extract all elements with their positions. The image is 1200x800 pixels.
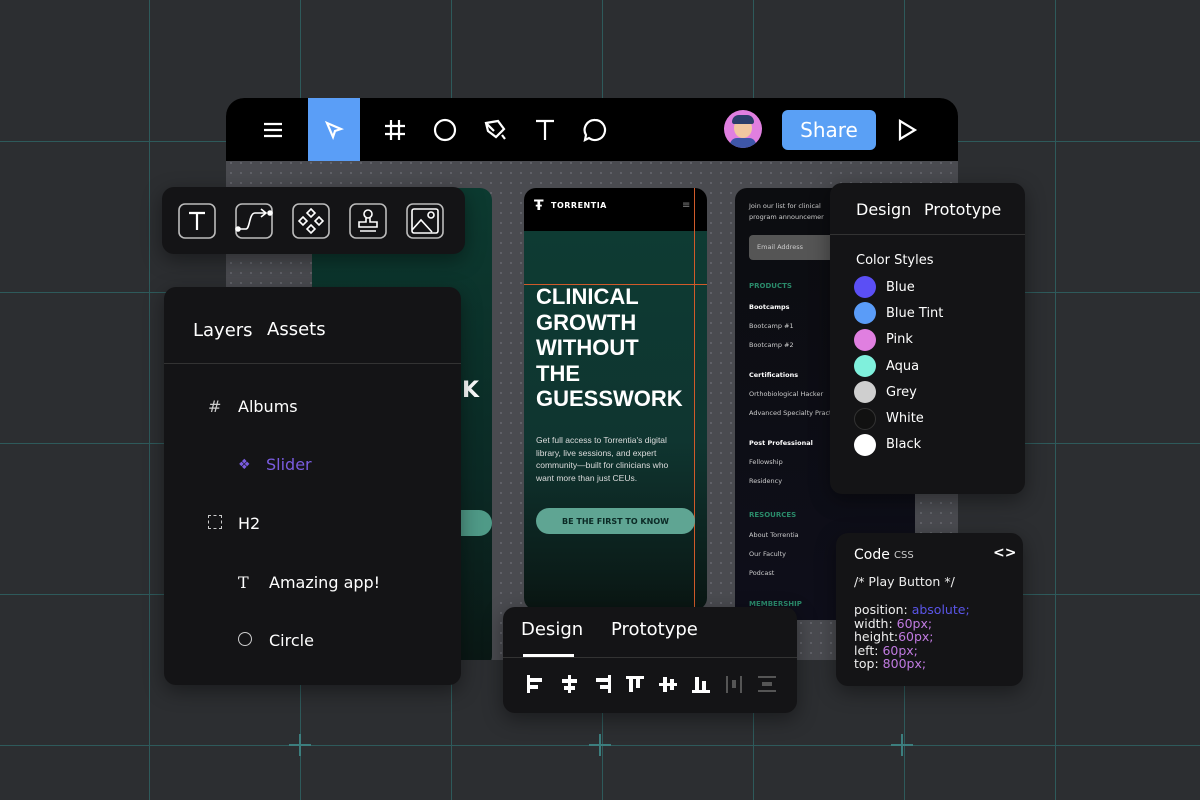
cta-button[interactable]: BE THE FIRST TO KNOW	[536, 508, 695, 534]
swatch	[854, 276, 876, 299]
logo-icon: Ŧ	[534, 198, 544, 214]
grid-cross	[891, 734, 913, 756]
footer-subheading: Bootcamps	[749, 303, 790, 311]
layer-item-albums[interactable]: # Albums	[208, 397, 298, 416]
image-icon[interactable]	[406, 202, 444, 239]
layer-item-h2[interactable]: H2	[208, 514, 260, 533]
play-icon[interactable]	[882, 98, 932, 161]
color-style-aqua[interactable]: Aqua	[854, 353, 943, 379]
guide-line	[694, 188, 695, 610]
footer-link[interactable]: Bootcamp #2	[749, 341, 794, 349]
layers-panel: Layers Assets # Albums ❖ Slider H2 T Amazin…	[164, 287, 461, 685]
frame-icon: #	[208, 397, 222, 416]
text-box-icon[interactable]	[178, 202, 216, 239]
color-style-blue[interactable]: Blue	[854, 274, 943, 300]
grid-cross	[289, 734, 311, 756]
connector-icon[interactable]	[235, 202, 273, 239]
color-style-pink[interactable]: Pink	[854, 327, 943, 353]
divider	[164, 363, 461, 364]
code-language[interactable]: CSS	[894, 550, 914, 561]
footer-heading: PRODUCTS	[749, 282, 792, 290]
align-right-icon[interactable]	[591, 673, 617, 699]
color-styles-list: Blue Blue Tint Pink Aqua Grey White Blac…	[854, 274, 943, 458]
color-style-black[interactable]: Black	[854, 432, 943, 458]
partial-heading: K	[462, 378, 480, 403]
brand-name: TORRENTIA	[551, 201, 607, 210]
tab-layers[interactable]: Layers	[193, 320, 253, 341]
component-icon[interactable]	[292, 202, 330, 239]
hero-headline: CLINICAL GROWTH WITHOUT THE GUESSWORK	[536, 284, 683, 411]
tab-prototype[interactable]: Prototype	[924, 200, 1001, 219]
swatch	[854, 407, 876, 430]
share-button[interactable]: Share	[782, 110, 876, 150]
phone-preview-middle: Ŧ TORRENTIA ≡ CLINICAL GROWTH WITHOUT THE GU…	[524, 188, 707, 610]
divider	[503, 657, 797, 658]
tab-design[interactable]: Design	[521, 619, 583, 640]
align-bottom-icon[interactable]	[690, 673, 716, 699]
footer-link[interactable]: Orthobiological Hacker	[749, 390, 823, 398]
footer-subheading: Post Professional	[749, 439, 813, 447]
layer-item-circle[interactable]: Circle	[238, 631, 314, 650]
footer-link[interactable]: Podcast	[749, 569, 774, 577]
footer-link[interactable]: Advanced Specialty Pract	[749, 409, 832, 417]
hamburger-icon[interactable]: ≡	[682, 200, 690, 211]
tab-assets[interactable]: Assets	[267, 319, 326, 340]
menu-icon[interactable]	[248, 98, 298, 161]
align-h-center-icon[interactable]	[558, 673, 584, 699]
footer-subheading: Certifications	[749, 371, 799, 379]
align-v-center-icon[interactable]	[657, 673, 683, 699]
footer-link[interactable]: Bootcamp #1	[749, 322, 794, 330]
divider	[830, 234, 1025, 235]
pointer-icon[interactable]	[308, 98, 360, 161]
stamp-icon[interactable]	[349, 202, 387, 239]
swatch	[854, 433, 876, 456]
swatch	[854, 328, 876, 351]
distribute-horizontal-icon[interactable]	[723, 673, 749, 699]
code-title: Code	[854, 547, 890, 563]
design-panel: Design Prototype Color Styles Blue Blue …	[830, 183, 1025, 494]
layer-item-slider[interactable]: ❖ Slider	[238, 455, 312, 474]
footer-link[interactable]: Our Faculty	[749, 550, 786, 558]
comment-icon[interactable]	[570, 98, 620, 161]
footer-link[interactable]: Fellowship	[749, 458, 783, 466]
alignment-panel: Design Prototype	[503, 607, 797, 713]
selection-icon	[208, 514, 238, 533]
shape-tools-bar	[162, 187, 465, 254]
code-panel: Code CSS <> /* Play Button */ position: …	[836, 533, 1023, 686]
circle-icon	[238, 631, 269, 650]
code-block: position: absolute; width: 60px; height:…	[854, 602, 970, 671]
swatch	[854, 355, 876, 378]
intro-text: Join our list for clinical	[749, 202, 821, 210]
footer-heading: RESOURCES	[749, 511, 797, 519]
color-style-grey[interactable]: Grey	[854, 379, 943, 405]
color-style-blue-tint[interactable]: Blue Tint	[854, 300, 943, 326]
frame-icon[interactable]	[370, 98, 420, 161]
grid-cross	[589, 734, 611, 756]
component-icon: ❖	[238, 456, 251, 473]
ellipse-icon[interactable]	[420, 98, 470, 161]
tab-prototype[interactable]: Prototype	[611, 619, 698, 640]
text-icon: T	[238, 573, 249, 592]
align-top-icon[interactable]	[624, 673, 650, 699]
footer-link[interactable]: About Torrentia	[749, 531, 799, 539]
align-tools	[525, 673, 789, 699]
color-style-white[interactable]: White	[854, 405, 943, 431]
layer-item-amazing-app[interactable]: T Amazing app!	[238, 573, 380, 592]
tab-design[interactable]: Design	[856, 200, 911, 219]
swatch	[854, 381, 876, 404]
code-brackets-icon[interactable]: <>	[993, 545, 1016, 561]
top-toolbar: Share	[226, 98, 958, 161]
section-title: Color Styles	[856, 253, 934, 268]
avatar[interactable]	[724, 110, 762, 148]
text-icon[interactable]	[520, 98, 570, 161]
swatch	[854, 302, 876, 325]
pen-icon[interactable]	[470, 98, 520, 161]
hero-body: Get full access to Torrentia's digital l…	[536, 435, 669, 483]
footer-link[interactable]: Residency	[749, 477, 782, 485]
code-comment: /* Play Button */	[854, 574, 955, 589]
distribute-vertical-icon[interactable]	[756, 673, 782, 699]
align-left-icon[interactable]	[525, 673, 551, 699]
intro-text: program announcemer	[749, 213, 824, 221]
